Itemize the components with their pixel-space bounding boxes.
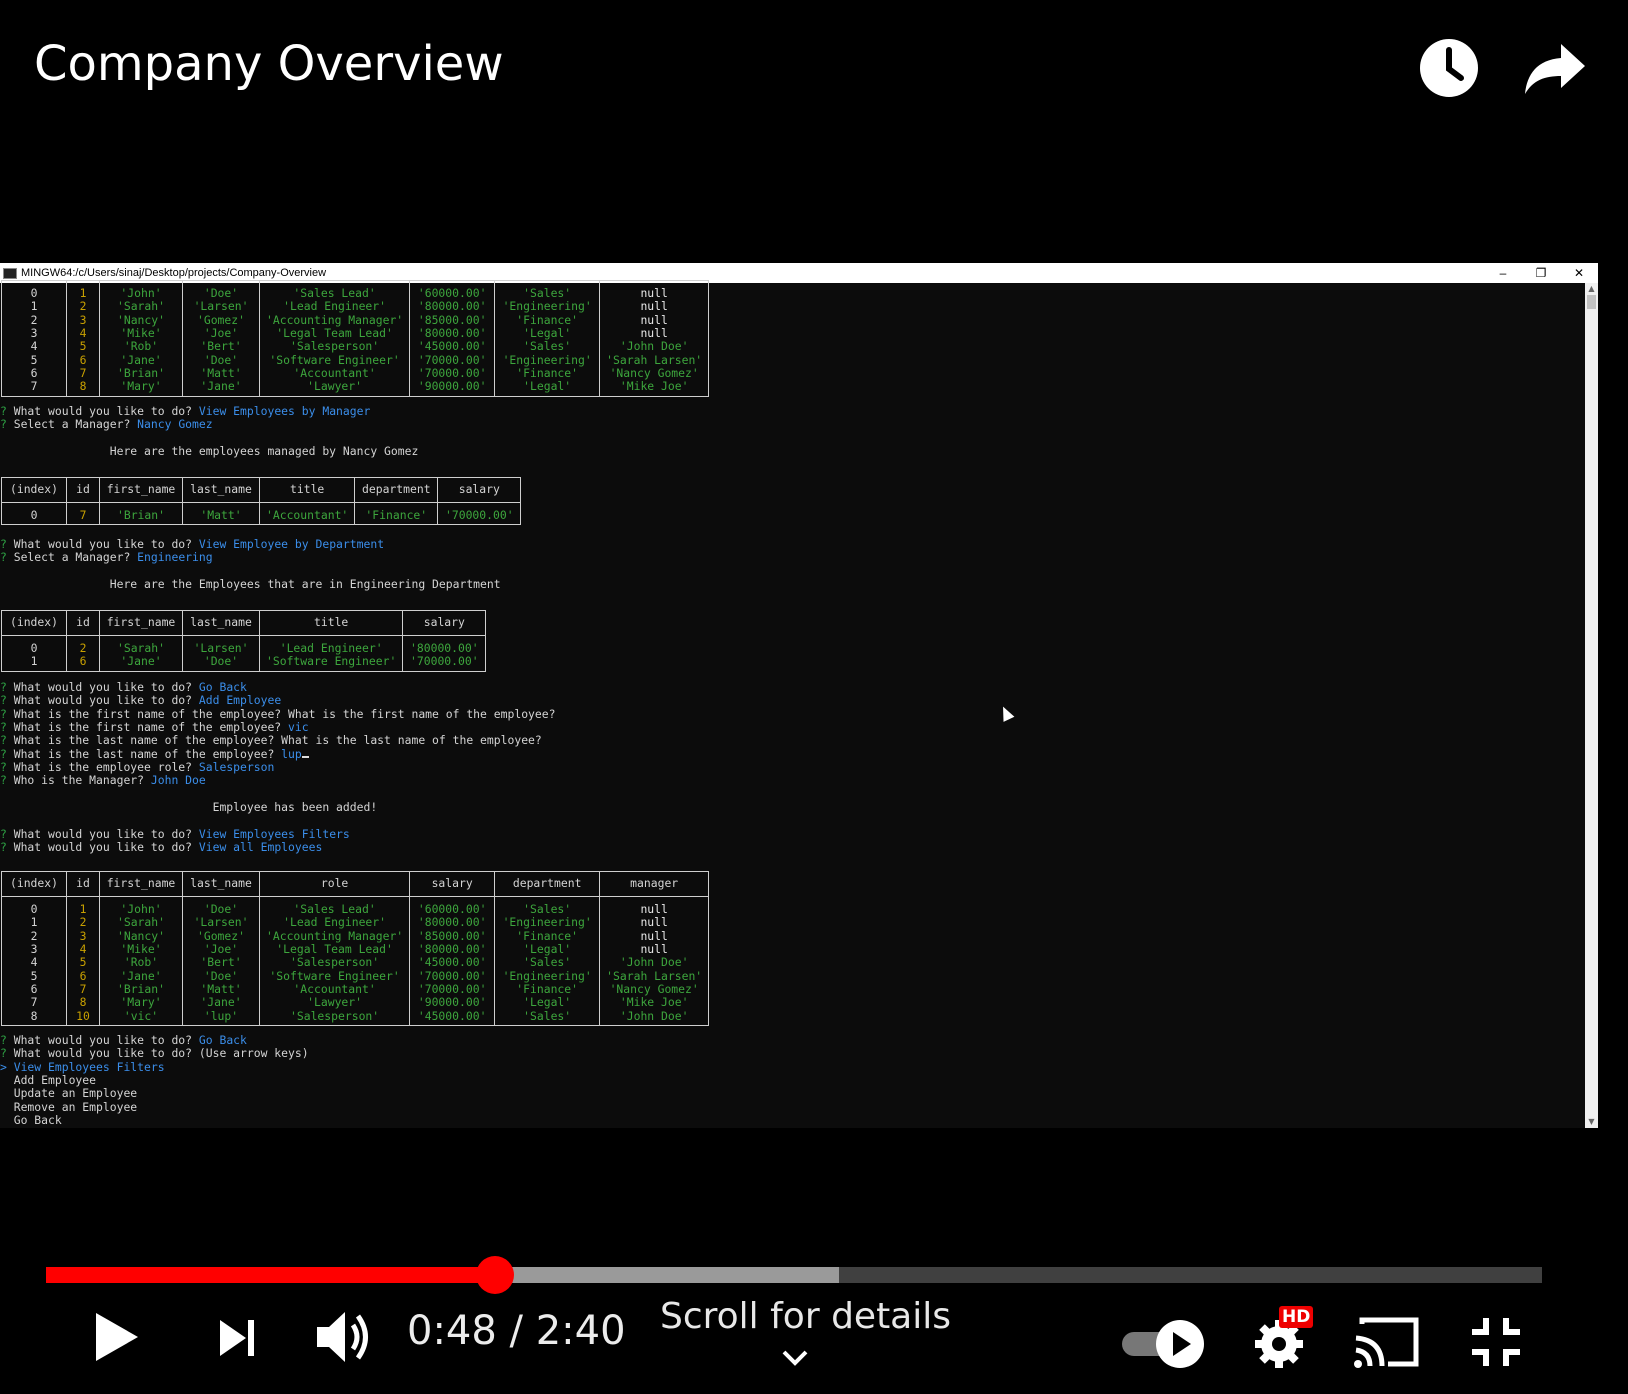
scroll-up-icon[interactable]: ▲ <box>1585 283 1598 295</box>
cast-icon[interactable] <box>1352 1314 1420 1370</box>
terminal-title: MINGW64:/c/Users/sinaj/Desktop/projects/… <box>21 267 327 279</box>
progress-scrubber[interactable] <box>475 1256 514 1294</box>
scroll-down-icon[interactable]: ▼ <box>1585 1116 1598 1128</box>
progress-played <box>46 1267 495 1283</box>
prompt-block-2: ? What would you like to do? View Employ… <box>0 537 501 592</box>
volume-icon[interactable] <box>315 1308 371 1366</box>
video-title[interactable]: Company Overview <box>34 36 504 92</box>
prompt-block-1: ? What would you like to do? View Employ… <box>0 404 419 459</box>
share-icon[interactable] <box>1523 36 1587 100</box>
terminal-app-icon <box>3 267 17 279</box>
department-table: (index) id first_name last_name title sa… <box>1 610 487 672</box>
terminal-window: MINGW64:/c/Users/sinaj/Desktop/projects/… <box>0 263 1598 1128</box>
all-employees-table: (index) id first_name last_name role sal… <box>1 871 710 1027</box>
terminal-scrollbar[interactable]: ▲ ▼ <box>1585 283 1598 1128</box>
employees-table-top: 0 1 2 3 4 5 6 7 1 2 3 4 5 6 7 8 'John' '… <box>1 280 710 397</box>
autoplay-toggle-icon[interactable] <box>1118 1318 1206 1370</box>
progress-bar[interactable] <box>46 1256 1542 1294</box>
play-icon[interactable] <box>92 1311 140 1363</box>
hd-badge: HD <box>1279 1306 1314 1328</box>
settings-icon[interactable]: HD <box>1253 1306 1314 1370</box>
time-display: 0:48 / 2:40 <box>407 1308 626 1354</box>
prompt-block-4: ? What would you like to do? Go Back ? W… <box>0 1033 309 1128</box>
terminal-output: 0 1 2 3 4 5 6 7 1 2 3 4 5 6 7 8 'John' '… <box>0 280 1584 1128</box>
watch-later-icon[interactable] <box>1417 36 1481 100</box>
next-icon[interactable] <box>218 1318 258 1358</box>
restore-button[interactable]: ❐ <box>1522 266 1560 280</box>
chevron-down-icon[interactable] <box>781 1348 809 1368</box>
scroll-for-details[interactable]: Scroll for details <box>660 1296 951 1337</box>
exit-fullscreen-icon[interactable] <box>1470 1316 1522 1368</box>
minimize-button[interactable]: – <box>1484 266 1522 280</box>
manager-table: (index) id first_name last_name title de… <box>1 477 522 526</box>
close-button[interactable]: ✕ <box>1560 266 1598 280</box>
scroll-thumb[interactable] <box>1587 295 1596 309</box>
prompt-block-3: ? What would you like to do? Go Back ? W… <box>0 680 556 855</box>
